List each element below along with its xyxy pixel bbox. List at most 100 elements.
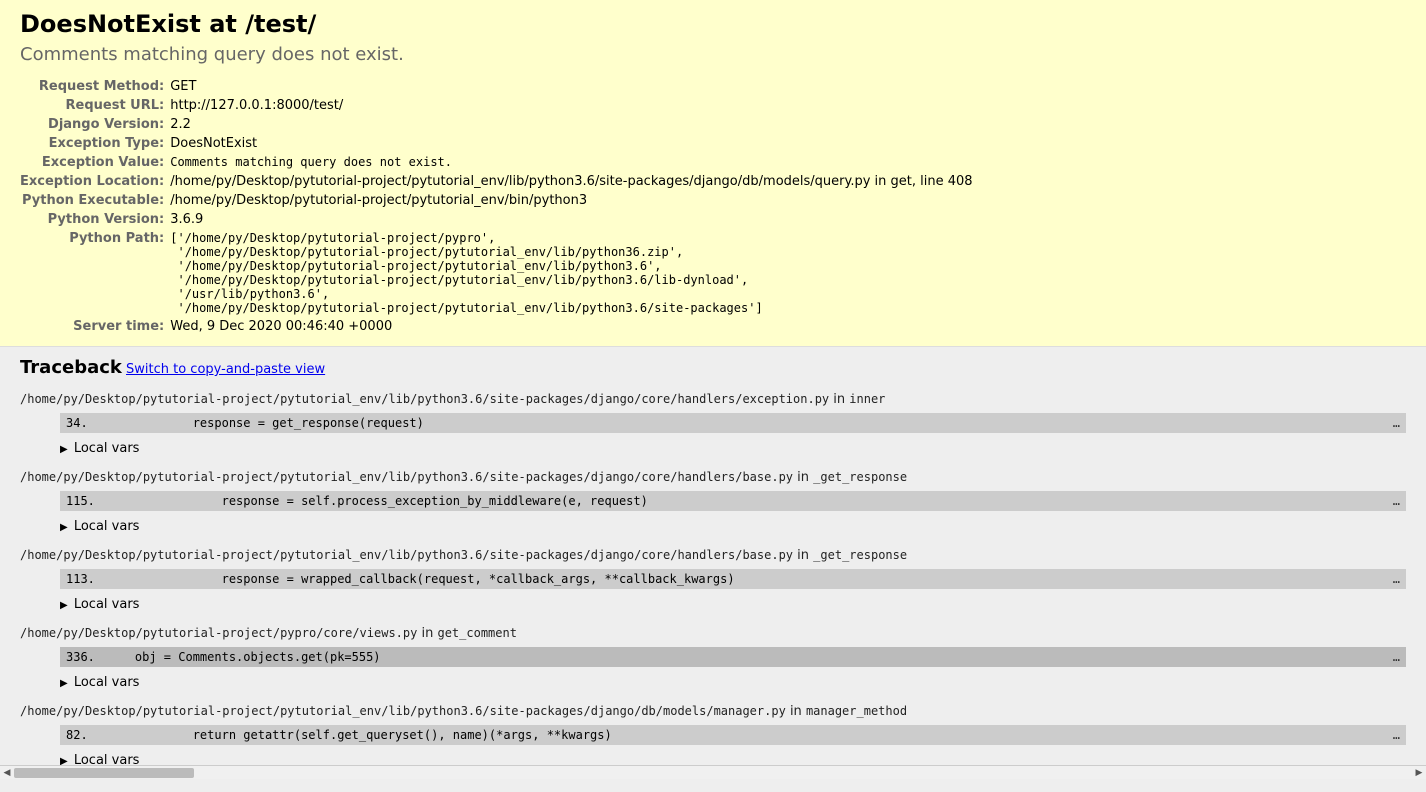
meta-label: Request Method:: [20, 77, 170, 96]
triangle-right-icon: ▶: [60, 600, 68, 611]
frame-file: /home/py/Desktop/pytutorial-project/pypr…: [20, 626, 417, 640]
frame-file: /home/py/Desktop/pytutorial-project/pytu…: [20, 470, 793, 484]
frame-file: /home/py/Desktop/pytutorial-project/pytu…: [20, 548, 793, 562]
context-line[interactable]: 113. response = wrapped_callback(request…: [60, 569, 1406, 589]
frame-file: /home/py/Desktop/pytutorial-project/pytu…: [20, 704, 786, 718]
expand-icon[interactable]: …: [1385, 650, 1400, 664]
meta-value: /home/py/Desktop/pytutorial-project/pytu…: [170, 191, 972, 210]
in-word: in: [793, 470, 813, 485]
frame-func: _get_response: [813, 548, 907, 562]
triangle-right-icon: ▶: [60, 678, 68, 689]
frame-func: inner: [849, 392, 885, 406]
context-line[interactable]: 336. obj = Comments.objects.get(pk=555)…: [60, 647, 1406, 667]
line-number: 113.: [66, 572, 106, 586]
horizontal-scrollbar[interactable]: ◀ ▶: [0, 765, 1426, 779]
frame-context: 82. return getattr(self.get_queryset(), …: [60, 725, 1406, 745]
frame-func: manager_method: [806, 704, 907, 718]
expand-icon[interactable]: …: [1385, 494, 1400, 508]
code-text: return getattr(self.get_queryset(), name…: [106, 728, 1385, 742]
local-vars-label: Local vars: [70, 597, 140, 612]
meta-label: Django Version:: [20, 115, 170, 134]
frame-func: get_comment: [437, 626, 516, 640]
traceback-frame: /home/py/Desktop/pytutorial-project/pytu…: [20, 704, 1406, 768]
in-word: in: [793, 548, 813, 563]
context-line-list: 336. obj = Comments.objects.get(pk=555)…: [60, 647, 1406, 667]
context-line-list: 34. response = get_response(request)…: [60, 413, 1406, 433]
meta-label: Python Path:: [20, 229, 170, 317]
context-line[interactable]: 34. response = get_response(request)…: [60, 413, 1406, 433]
line-number: 34.: [66, 416, 106, 430]
frame-header: /home/py/Desktop/pytutorial-project/pytu…: [20, 392, 1406, 407]
line-number: 336.: [66, 650, 106, 664]
meta-label: Exception Value:: [20, 153, 170, 172]
in-word: in: [417, 626, 437, 641]
context-line[interactable]: 115. response = self.process_exception_b…: [60, 491, 1406, 511]
scrollbar-thumb[interactable]: [14, 768, 194, 778]
python-path-pre: ['/home/py/Desktop/pytutorial-project/py…: [170, 231, 972, 315]
in-word: in: [786, 704, 806, 719]
frame-header: /home/py/Desktop/pytutorial-project/pytu…: [20, 548, 1406, 563]
context-line-list: 115. response = self.process_exception_b…: [60, 491, 1406, 511]
page-title: DoesNotExist at /test/: [20, 10, 1406, 38]
meta-value: /home/py/Desktop/pytutorial-project/pytu…: [170, 172, 972, 191]
code-text: obj = Comments.objects.get(pk=555): [106, 650, 1385, 664]
scroll-left-icon[interactable]: ◀: [0, 766, 14, 780]
frame-header: /home/py/Desktop/pytutorial-project/pytu…: [20, 470, 1406, 485]
meta-value: Comments matching query does not exist.: [170, 153, 972, 172]
frame-context: 336. obj = Comments.objects.get(pk=555)…: [60, 647, 1406, 667]
triangle-right-icon: ▶: [60, 444, 68, 455]
switch-view-link[interactable]: Switch to copy-and-paste view: [126, 362, 325, 377]
context-line-list: 82. return getattr(self.get_queryset(), …: [60, 725, 1406, 745]
local-vars-label: Local vars: [70, 519, 140, 534]
frame-context: 113. response = wrapped_callback(request…: [60, 569, 1406, 589]
meta-value: ['/home/py/Desktop/pytutorial-project/py…: [170, 229, 972, 317]
request-meta-table: Request Method: GET Request URL: http://…: [20, 77, 973, 336]
exception-value-pre: Comments matching query does not exist.: [170, 155, 972, 169]
triangle-right-icon: ▶: [60, 522, 68, 533]
meta-label: Request URL:: [20, 96, 170, 115]
traceback-frame: /home/py/Desktop/pytutorial-project/pytu…: [20, 470, 1406, 534]
local-vars-toggle[interactable]: ▶ Local vars: [60, 441, 1406, 456]
frame-file: /home/py/Desktop/pytutorial-project/pytu…: [20, 392, 829, 406]
meta-value: 2.2: [170, 115, 972, 134]
traceback-heading: Traceback: [20, 357, 122, 378]
context-line-list: 113. response = wrapped_callback(request…: [60, 569, 1406, 589]
meta-label: Exception Location:: [20, 172, 170, 191]
traceback-frame: /home/py/Desktop/pytutorial-project/pypr…: [20, 626, 1406, 690]
local-vars-toggle[interactable]: ▶ Local vars: [60, 675, 1406, 690]
in-word: in: [829, 392, 849, 407]
meta-value: http://127.0.0.1:8000/test/: [170, 96, 972, 115]
frame-header: /home/py/Desktop/pytutorial-project/pypr…: [20, 626, 1406, 641]
code-text: response = get_response(request): [106, 416, 1385, 430]
traceback-frame: /home/py/Desktop/pytutorial-project/pytu…: [20, 392, 1406, 456]
meta-value: Wed, 9 Dec 2020 00:46:40 +0000: [170, 317, 972, 336]
meta-value: 3.6.9: [170, 210, 972, 229]
meta-label: Python Version:: [20, 210, 170, 229]
frame-context: 115. response = self.process_exception_b…: [60, 491, 1406, 511]
local-vars-label: Local vars: [70, 441, 140, 456]
traceback-frame: /home/py/Desktop/pytutorial-project/pytu…: [20, 548, 1406, 612]
expand-icon[interactable]: …: [1385, 416, 1400, 430]
local-vars-toggle[interactable]: ▶ Local vars: [60, 597, 1406, 612]
meta-label: Exception Type:: [20, 134, 170, 153]
context-line[interactable]: 82. return getattr(self.get_queryset(), …: [60, 725, 1406, 745]
expand-icon[interactable]: …: [1385, 572, 1400, 586]
expand-icon[interactable]: …: [1385, 728, 1400, 742]
meta-value: GET: [170, 77, 972, 96]
frame-context: 34. response = get_response(request)…: [60, 413, 1406, 433]
traceback-section: Traceback Switch to copy-and-paste view …: [0, 347, 1426, 792]
error-summary: DoesNotExist at /test/ Comments matching…: [0, 0, 1426, 347]
meta-value: DoesNotExist: [170, 134, 972, 153]
scrollbar-track[interactable]: [14, 767, 1412, 779]
code-text: response = self.process_exception_by_mid…: [106, 494, 1385, 508]
frame-header: /home/py/Desktop/pytutorial-project/pytu…: [20, 704, 1406, 719]
exception-subtitle: Comments matching query does not exist.: [20, 44, 1406, 65]
meta-label: Server time:: [20, 317, 170, 336]
local-vars-toggle[interactable]: ▶ Local vars: [60, 519, 1406, 534]
frames-list: /home/py/Desktop/pytutorial-project/pytu…: [20, 392, 1406, 768]
code-text: response = wrapped_callback(request, *ca…: [106, 572, 1385, 586]
local-vars-label: Local vars: [70, 675, 140, 690]
scroll-right-icon[interactable]: ▶: [1412, 766, 1426, 780]
line-number: 82.: [66, 728, 106, 742]
frame-func: _get_response: [813, 470, 907, 484]
